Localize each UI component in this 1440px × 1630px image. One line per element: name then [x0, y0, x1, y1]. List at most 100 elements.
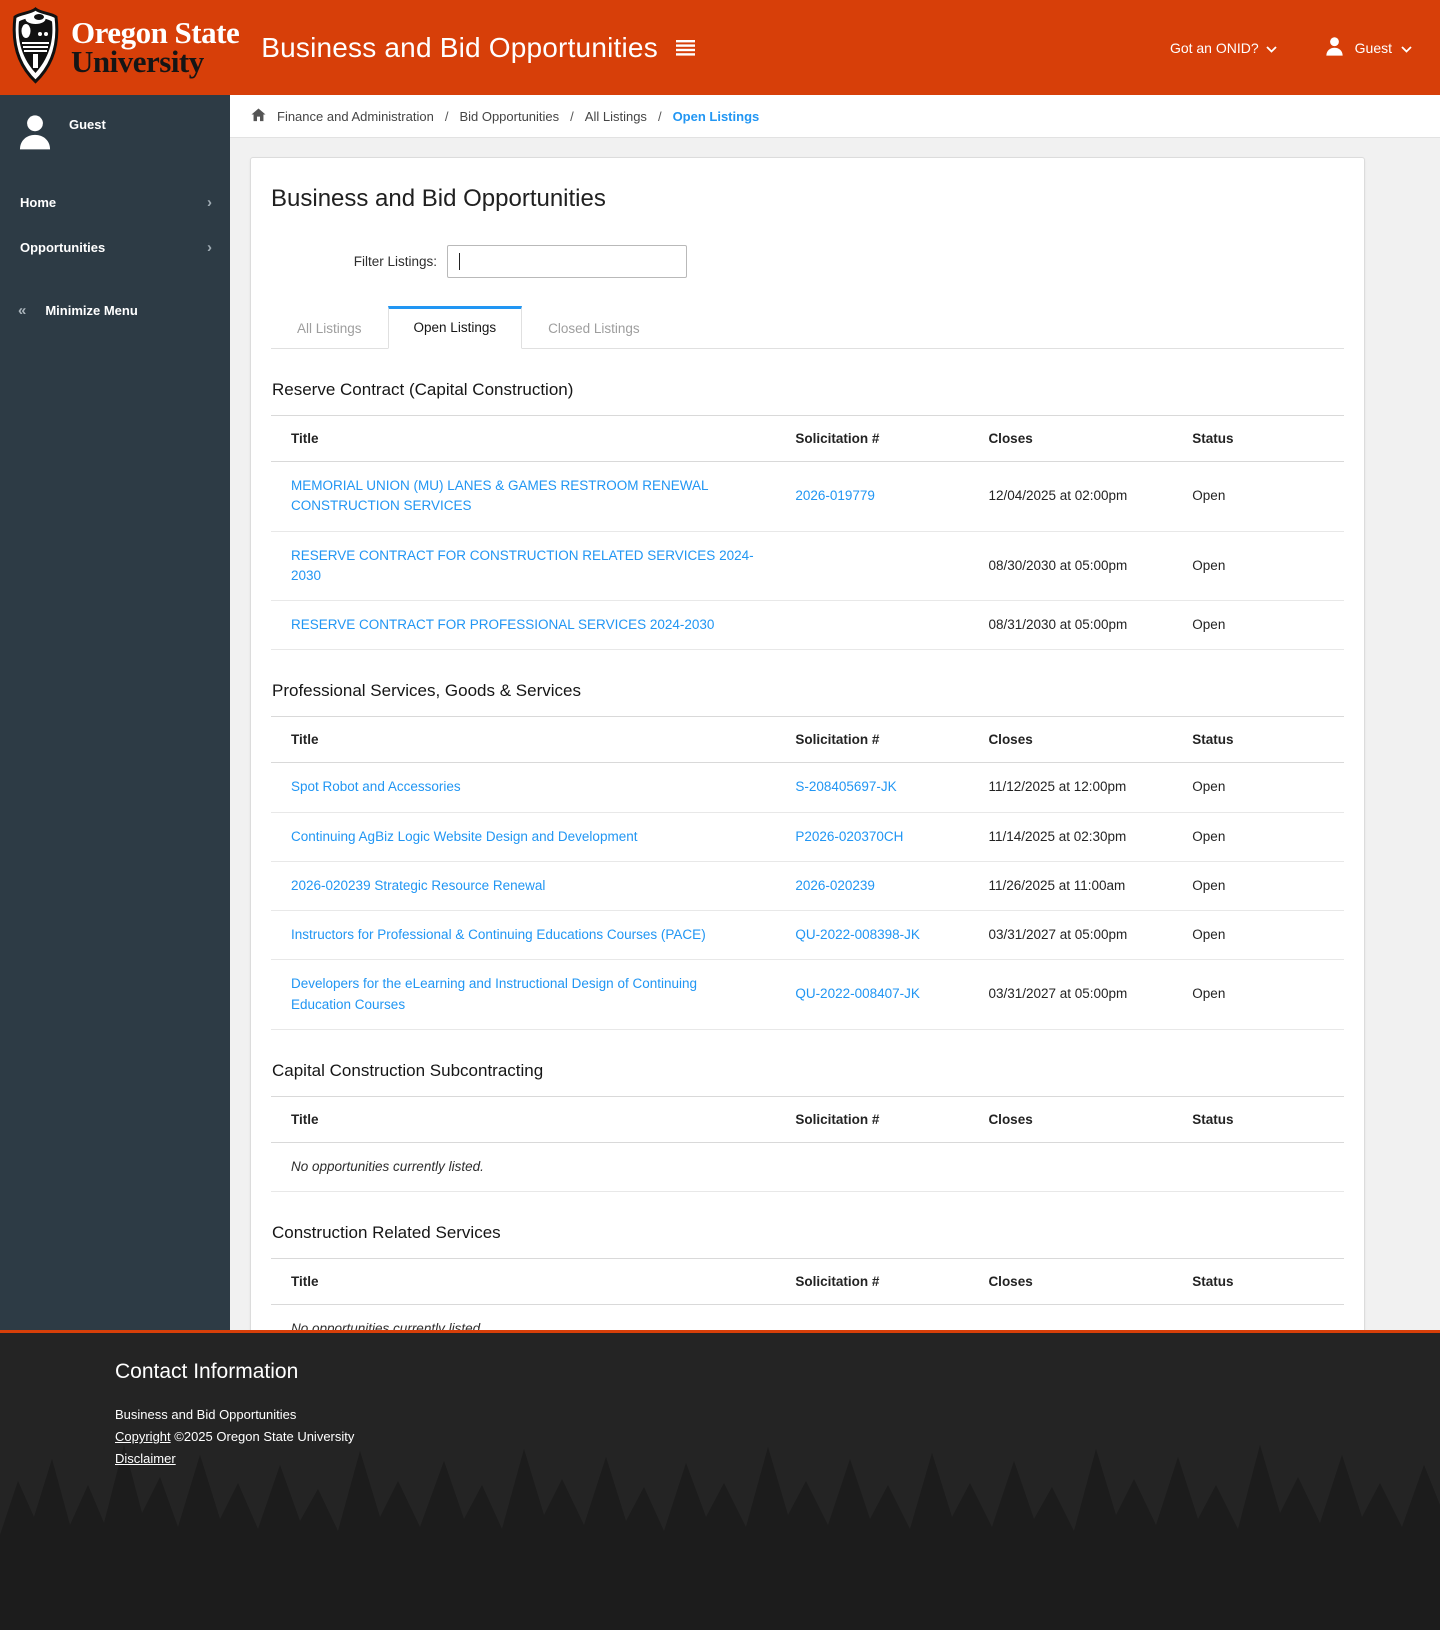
header-right: Got an ONID? Guest — [1170, 35, 1412, 61]
column-header: Title — [271, 415, 776, 462]
osu-wordmark-line2: University — [71, 43, 204, 79]
column-header: Solicitation # — [775, 716, 969, 764]
closes-cell: 03/31/2027 at 05:00pm — [968, 959, 1173, 1030]
table-row: RESERVE CONTRACT FOR CONSTRUCTION RELATE… — [271, 531, 1344, 601]
footer-disclaimer-row: Disclaimer — [115, 1451, 1440, 1466]
user-menu-label: Guest — [1354, 39, 1392, 56]
table-row: RESERVE CONTRACT FOR PROFESSIONAL SERVIC… — [271, 600, 1344, 651]
chevron-right-icon: › — [207, 239, 212, 256]
listing-title-link[interactable]: Spot Robot and Accessories — [291, 779, 461, 794]
footer-copyright-row: Copyright ©2025 Oregon State University — [115, 1429, 1440, 1444]
column-header: Status — [1172, 1095, 1344, 1143]
osu-logo[interactable]: Oregon State University — [12, 6, 240, 89]
table-header-row: Title Solicitation # Closes Status — [271, 1095, 1344, 1143]
listing-title-link[interactable]: 2026-020239 Strategic Resource Renewal — [291, 878, 545, 893]
section-heading: Construction Related Services — [272, 1223, 501, 1242]
solicitation-link[interactable]: 2026-020239 — [795, 878, 875, 893]
status-cell: Open — [1172, 959, 1344, 1030]
column-header: Status — [1172, 415, 1344, 462]
breadcrumb-items: Finance and Administration / Bid Opportuni… — [277, 109, 759, 124]
title-cell: MEMORIAL UNION (MU) LANES & GAMES RESTRO… — [271, 461, 776, 532]
listings-table: Title Solicitation # Closes Status No opport… — [271, 1095, 1344, 1193]
filter-row: Filter Listings: — [271, 245, 1344, 278]
sidebar-item-label: Home — [20, 195, 57, 210]
copyright-text: ©2025 Oregon State University — [174, 1429, 355, 1444]
sidebar-item-minimize-menu[interactable]: « Minimize Menu — [0, 290, 230, 331]
sidebar-item-label: Opportunities — [20, 240, 106, 255]
breadcrumb-separator: / — [444, 108, 449, 124]
status-cell: Open — [1172, 461, 1344, 532]
title-cell: Continuing AgBiz Logic Website Design an… — [271, 812, 776, 862]
table-row: 2026-020239 Strategic Resource Renewal 20… — [271, 861, 1344, 912]
column-header: Closes — [968, 1258, 1173, 1305]
table-row: Developers for the eLearning and Instruc… — [271, 959, 1344, 1030]
tab-all-listings[interactable]: All Listings — [271, 306, 388, 349]
chevron-down-icon — [1266, 40, 1277, 56]
listing-title-link[interactable]: RESERVE CONTRACT FOR PROFESSIONAL SERVIC… — [291, 617, 714, 632]
title-cell: Developers for the eLearning and Instruc… — [271, 959, 776, 1030]
status-cell: Open — [1172, 531, 1344, 601]
closes-cell: 11/12/2025 at 12:00pm — [968, 762, 1173, 813]
breadcrumb-link[interactable]: Finance and Administration — [277, 109, 434, 124]
solicitation-link[interactable]: QU-2022-008398-JK — [795, 927, 920, 942]
section-heading: Professional Services, Goods & Services — [272, 681, 581, 701]
site-title[interactable]: Business and Bid Opportunities — [261, 32, 658, 64]
listings-sections: Reserve Contract (Capital Construction) T… — [271, 380, 1344, 1355]
user-menu[interactable]: Guest — [1323, 35, 1412, 61]
tab-open-listings[interactable]: Open Listings — [387, 306, 523, 349]
disclaimer-link[interactable]: Disclaimer — [115, 1451, 176, 1466]
onid-menu[interactable]: Got an ONID? — [1170, 40, 1277, 56]
listing-title-link[interactable]: MEMORIAL UNION (MU) LANES & GAMES RESTRO… — [291, 478, 708, 513]
breadcrumb-link[interactable]: All Listings — [585, 109, 647, 124]
table-row: Spot Robot and Accessories S-208405697-JK… — [271, 762, 1344, 813]
sidebar-item-home[interactable]: Home › — [0, 182, 230, 223]
column-header: Closes — [968, 1095, 1173, 1143]
filter-input-wrap — [447, 245, 687, 278]
solicitation-link[interactable]: S-208405697-JK — [795, 779, 896, 794]
solicitation-link[interactable]: 2026-019779 — [795, 488, 875, 503]
listings-card: Business and Bid Opportunities Filter Li… — [250, 157, 1365, 1398]
column-header: Solicitation # — [775, 1258, 969, 1305]
home-icon[interactable] — [251, 107, 266, 125]
chevron-down-icon — [1401, 40, 1412, 56]
column-header: Solicitation # — [775, 1095, 969, 1143]
footer-content: Contact Information Business and Bid Opp… — [0, 1333, 1440, 1466]
sidebar-nav: Home › Opportunities › — [0, 182, 230, 268]
solicitation-cell: 2026-020239 — [775, 861, 969, 912]
listing-title-link[interactable]: Continuing AgBiz Logic Website Design an… — [291, 829, 637, 844]
solicitation-cell: P2026-020370CH — [775, 812, 969, 862]
listing-title-link[interactable]: Instructors for Professional & Continuin… — [291, 927, 706, 942]
status-cell: Open — [1172, 910, 1344, 961]
menu-icon[interactable] — [675, 39, 695, 56]
breadcrumb-current: Open Listings — [672, 108, 760, 124]
listing-title-link[interactable]: Developers for the eLearning and Instruc… — [291, 976, 697, 1011]
solicitation-link[interactable]: P2026-020370CH — [795, 829, 903, 844]
text-caret — [459, 253, 460, 270]
solicitation-cell — [775, 600, 969, 651]
status-cell: Open — [1172, 762, 1344, 813]
status-cell: Open — [1172, 861, 1344, 912]
closes-cell: 11/14/2025 at 02:30pm — [968, 812, 1173, 862]
empty-note-row: No opportunities currently listed. — [271, 1142, 1344, 1193]
table-row: Instructors for Professional & Continuin… — [271, 910, 1344, 961]
column-header: Title — [271, 716, 776, 764]
status-cell: Open — [1172, 812, 1344, 862]
copyright-link[interactable]: Copyright — [115, 1429, 171, 1444]
solicitation-cell: S-208405697-JK — [775, 762, 969, 813]
osu-wordmark: Oregon State University — [71, 17, 240, 79]
solicitation-cell: 2026-019779 — [775, 461, 969, 532]
page-title: Business and Bid Opportunities — [271, 185, 606, 212]
title-cell: RESERVE CONTRACT FOR PROFESSIONAL SERVIC… — [271, 600, 776, 651]
footer-heading: Contact Information — [115, 1360, 299, 1383]
sidebar-item-opportunities[interactable]: Opportunities › — [0, 227, 230, 268]
sidebar: Guest Home › Opportunities › « Minimize Men… — [0, 95, 230, 1330]
tab-closed-listings[interactable]: Closed Listings — [522, 306, 666, 349]
filter-listings-input[interactable] — [447, 245, 687, 278]
solicitation-cell — [775, 531, 969, 601]
listing-title-link[interactable]: RESERVE CONTRACT FOR CONSTRUCTION RELATE… — [291, 548, 754, 583]
avatar — [16, 111, 54, 158]
breadcrumb-link[interactable]: Bid Opportunities — [459, 109, 559, 124]
app-root: Oregon State University Business and Bid… — [0, 0, 1440, 1630]
column-header: Title — [271, 1095, 776, 1143]
solicitation-link[interactable]: QU-2022-008407-JK — [795, 986, 920, 1001]
